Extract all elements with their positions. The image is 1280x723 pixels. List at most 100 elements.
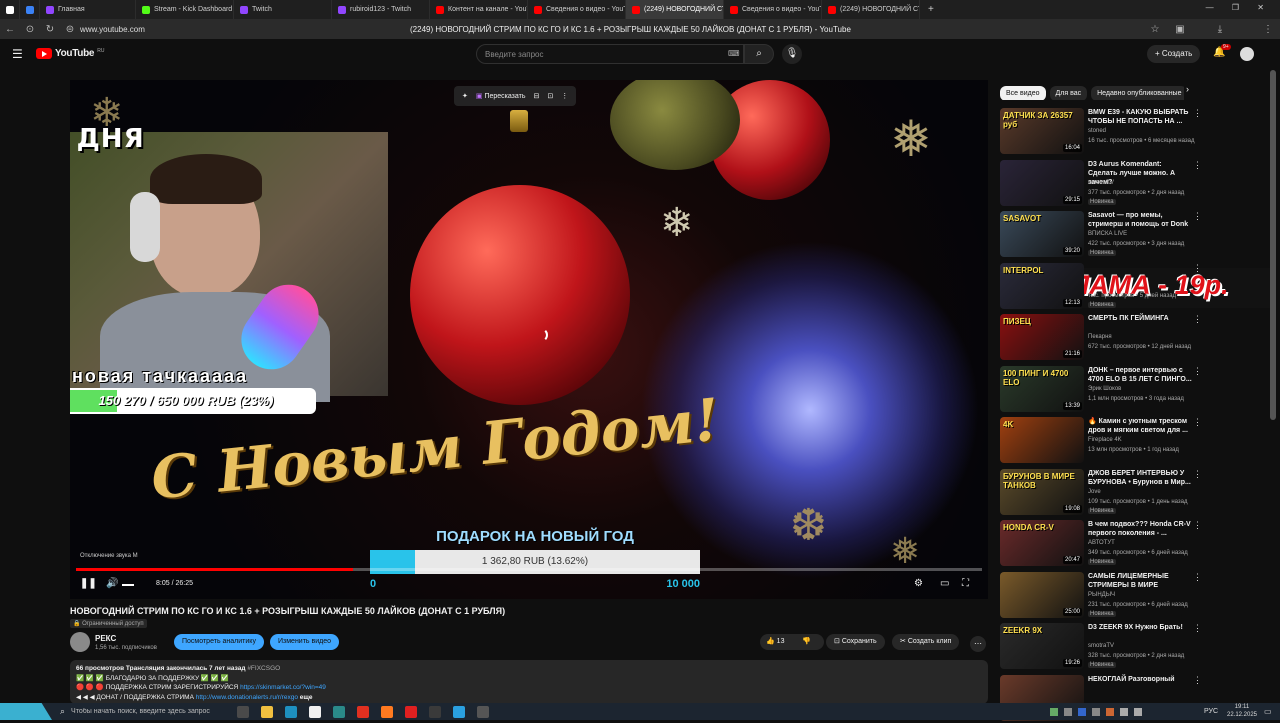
yandex-browser-icon[interactable] <box>405 705 418 718</box>
video-thumbnail[interactable]: 25:00 <box>1000 571 1084 618</box>
reload-icon[interactable]: ↻ <box>40 24 60 35</box>
audio-app-icon[interactable] <box>477 705 490 718</box>
more-options-icon[interactable]: ⋮ <box>1193 675 1202 686</box>
recommendation-item[interactable]: 25:00 САМЫЕ ЛИЦЕМЕРНЫЕ СТРИМЕРЫ В МИРЕ РЫН… <box>1000 571 1270 620</box>
seek-bar[interactable] <box>76 568 982 571</box>
ai-icon[interactable]: ✦ <box>462 92 468 100</box>
recommendation-title[interactable]: D3 ZEEKR 9X Нужно Брать! <box>1088 623 1192 632</box>
fullscreen-icon[interactable]: ⛶ <box>962 578 969 589</box>
recommendation-channel[interactable]: АВТОТУТ <box>1088 540 1115 546</box>
chip-recent[interactable]: Недавно опубликованные <box>1091 86 1184 100</box>
video-thumbnail[interactable]: SASAVOT 39:20 <box>1000 211 1084 257</box>
save-button[interactable]: ⊡ Сохранить <box>826 634 885 650</box>
tray-icon[interactable] <box>1078 707 1086 716</box>
recommendation-item[interactable]: INTERPOL 12:13 тыс. просмотров • 5 дней на… <box>1000 262 1270 311</box>
video-thumbnail[interactable]: ZEEKR 9X 19:26 <box>1000 623 1084 669</box>
window-controls[interactable]: — ❐ ✕ <box>1206 3 1272 12</box>
yandex-icon[interactable] <box>309 705 322 718</box>
recommendation-title[interactable]: 🔥 Камин с уютным треском дров и мягким с… <box>1088 417 1192 435</box>
video-thumbnail[interactable]: INTERPOL 12:13 <box>1000 262 1084 309</box>
explorer-icon[interactable] <box>261 705 274 718</box>
forward-icon[interactable]: ⊙ <box>20 24 40 35</box>
volume-icon[interactable]: 🔊 <box>106 578 118 589</box>
clock[interactable]: 19:11 22.12.2025 <box>1222 703 1262 719</box>
download-icon[interactable]: ⤓ <box>1210 24 1230 35</box>
firefox-icon[interactable] <box>381 705 394 718</box>
recommendation-title[interactable]: Sasavot — про мемы, стримерш и помощь от… <box>1088 211 1192 229</box>
clip-button[interactable]: ✂ Создать клип <box>892 634 960 650</box>
video-thumbnail[interactable]: ПИЗЕЦ 21:16 <box>1000 314 1084 360</box>
browser-tab[interactable] <box>20 0 40 19</box>
tray-icon[interactable] <box>1106 707 1114 716</box>
recommendation-item[interactable]: 29:15 D3 Aurus Komendant: Сделать лучше м… <box>1000 159 1270 208</box>
more-options-icon[interactable]: ⋮ <box>1193 469 1202 480</box>
summarize-button[interactable]: ▣ Пересказать <box>476 92 526 100</box>
description-link[interactable]: http://www.donationalerts.ru/r/rexgo <box>196 694 298 701</box>
description-link[interactable]: https://skinmarket.co/?win=49 <box>240 684 326 691</box>
recommendation-title[interactable]: В чем подвох??? Honda CR-V первого покол… <box>1088 520 1192 538</box>
screenshot-icon[interactable]: ⊡ <box>547 92 553 100</box>
browser-tab[interactable]: Сведения о видео - YouTube <box>528 0 626 19</box>
recommendation-item[interactable]: ПИЗЕЦ 21:16 СМЕРТЬ ПК ГЕЙМИНГА Пекарня 672 т… <box>1000 314 1270 362</box>
channel-avatar[interactable] <box>70 632 90 652</box>
notifications-icon[interactable]: ▭ <box>1264 707 1272 716</box>
video-thumbnail[interactable]: 100 ПИНГ И 4700 ELO 13:39 <box>1000 365 1084 412</box>
extensions-icon[interactable]: ▣ <box>1170 24 1190 35</box>
settings-icon[interactable]: ⚙ <box>914 578 923 589</box>
more-options-icon[interactable]: ⋮ <box>1193 108 1202 119</box>
back-icon[interactable]: ← <box>0 24 20 35</box>
recommendation-title[interactable]: СМЕРТЬ ПК ГЕЙМИНГА <box>1088 314 1192 323</box>
more-actions-icon[interactable]: ⋯ <box>970 636 986 652</box>
recommendation-channel[interactable]: ВПИСКА LIVE <box>1088 231 1127 237</box>
tray-icon[interactable] <box>1064 707 1072 716</box>
star-icon[interactable]: ☆ <box>1145 24 1165 35</box>
like-button[interactable]: 👍 13 <box>766 634 784 650</box>
hamburger-icon[interactable]: ☰ <box>12 47 23 61</box>
browser-tab[interactable]: (2249) НОВОГОДНИЙ СТРИМ× <box>626 0 724 19</box>
youtube-logo[interactable]: YouTube RU <box>36 48 104 59</box>
browser-tab[interactable]: (2249) НОВОГОДНИЙ СТ <box>822 0 920 19</box>
recommendation-channel[interactable]: Эрик Шоков <box>1088 386 1121 392</box>
video-thumbnail[interactable]: ДАТЧИК ЗА 26357 руб 16:04 <box>1000 108 1084 154</box>
more-options-icon[interactable]: ⋮ <box>1193 366 1202 377</box>
volume-slider[interactable] <box>122 584 134 586</box>
more-options-icon[interactable]: ⋮ <box>1193 211 1202 222</box>
search-icon[interactable]: ⌕ <box>60 706 65 717</box>
more-options-icon[interactable]: ⋮ <box>1193 417 1202 428</box>
recommendation-title[interactable]: ДОНК – первое интервью с 4700 ELO В 15 Л… <box>1088 366 1192 384</box>
more-options-icon[interactable]: ⋮ <box>1193 520 1202 531</box>
dislike-button[interactable]: 👎 <box>802 634 811 650</box>
more-icon[interactable]: ⋮ <box>561 92 568 100</box>
avatar[interactable] <box>1240 47 1254 61</box>
recommendation-channel[interactable]: Fireplace 4K <box>1088 437 1122 443</box>
scrollbar[interactable] <box>1270 70 1276 420</box>
video-thumbnail[interactable]: БУРУНОВ В МИРЕ ТАНКОВ 19:08 <box>1000 468 1084 515</box>
browser-tab[interactable]: Сведения о видео - YouTube <box>724 0 822 19</box>
url-field[interactable]: www.youtube.com <box>80 25 380 34</box>
browser-tab[interactable]: Контент на канале - YouTube <box>430 0 528 19</box>
video-thumbnail[interactable]: 4K <box>1000 417 1084 463</box>
analytics-button[interactable]: Посмотреть аналитику <box>174 634 264 650</box>
recommendation-item[interactable]: 100 ПИНГ И 4700 ELO 13:39 ДОНК – первое ин… <box>1000 365 1270 414</box>
recommendation-item[interactable]: HONDA CR-V 20:47 В чем подвох??? Honda CR-… <box>1000 520 1270 568</box>
app-icon[interactable] <box>357 705 370 718</box>
recommendation-title[interactable]: НЕКОГЛАЙ Разговорный <box>1088 675 1192 684</box>
video-player[interactable]: ❄ ❅ ❄ ❆ ❅ ТОП ДНЯ новая тачкааааа 150 27… <box>70 80 988 599</box>
channel-name[interactable]: РЕКС <box>95 634 116 643</box>
tray-icon[interactable] <box>1092 707 1100 716</box>
recommendation-channel[interactable]: stoned <box>1088 128 1106 134</box>
speaker-icon[interactable] <box>1134 707 1142 716</box>
edit-video-button[interactable]: Изменить видео <box>270 634 340 650</box>
recommendation-channel[interactable]: Пекарня <box>1088 334 1112 340</box>
pause-icon[interactable]: ❚❚ <box>80 578 97 589</box>
more-options-icon[interactable]: ⋮ <box>1193 623 1202 634</box>
recommendation-title[interactable]: САМЫЕ ЛИЦЕМЕРНЫЕ СТРИМЕРЫ В МИРЕ <box>1088 572 1192 590</box>
chip-all[interactable]: Все видео <box>1000 86 1046 100</box>
telegram-icon[interactable] <box>453 705 466 718</box>
task-view-icon[interactable] <box>237 705 250 718</box>
more-options-icon[interactable]: ⋮ <box>1193 314 1202 325</box>
hashtag-link[interactable]: #FIXCSGO <box>247 665 280 672</box>
more-options-icon[interactable]: ⋮ <box>1193 263 1202 274</box>
recommendation-channel[interactable]: Jove <box>1088 489 1101 495</box>
video-thumbnail[interactable]: HONDA CR-V 20:47 <box>1000 520 1084 566</box>
